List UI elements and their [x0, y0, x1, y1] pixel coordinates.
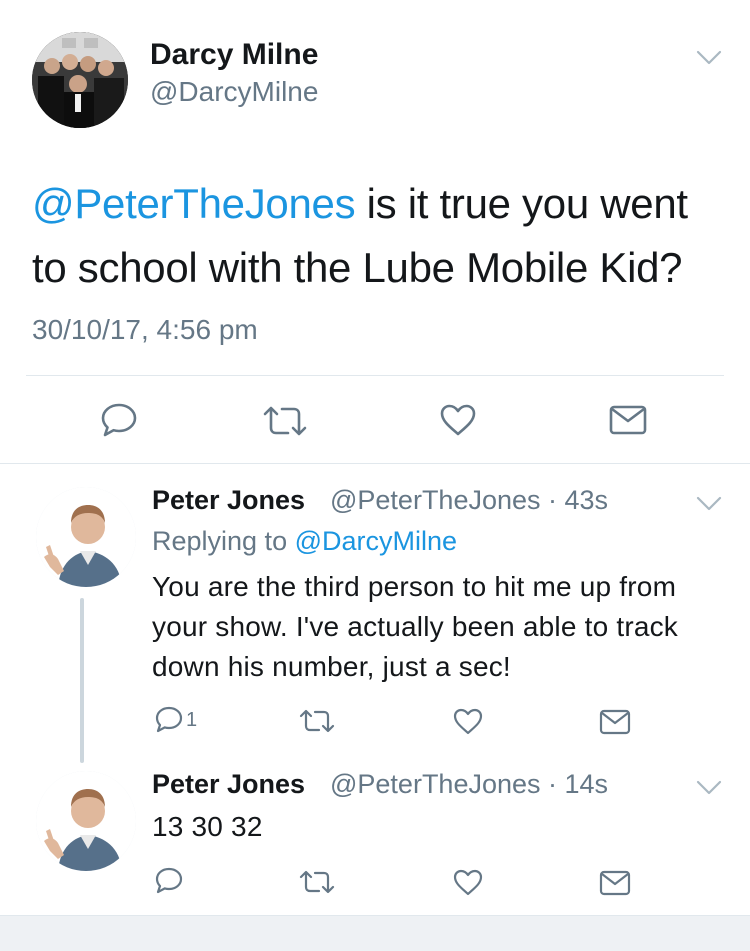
- author-display-name[interactable]: Peter Jones: [152, 769, 305, 800]
- message-icon: [608, 404, 648, 436]
- reply-tweet: Peter Jones @PeterTheJones · 14s 13 30 3…: [0, 763, 750, 915]
- reply-count: 1: [186, 708, 198, 731]
- reply-button[interactable]: 1: [154, 705, 197, 735]
- message-button[interactable]: [598, 869, 632, 897]
- message-button[interactable]: [598, 708, 632, 736]
- reply-tweet: Peter Jones @PeterTheJones · 43s Replyin…: [0, 463, 750, 763]
- retweet-icon: [262, 405, 308, 437]
- retweet-icon: [298, 869, 336, 895]
- tweet-text: @PeterTheJones is it true you went to sc…: [32, 172, 722, 300]
- reply-button[interactable]: [154, 866, 184, 896]
- retweet-button[interactable]: [298, 708, 336, 734]
- like-button[interactable]: [452, 707, 484, 735]
- like-icon: [452, 707, 484, 735]
- retweet-button[interactable]: [262, 405, 308, 437]
- divider: [26, 375, 724, 376]
- reply-icon: [100, 402, 138, 438]
- chevron-down-icon[interactable]: [696, 779, 722, 797]
- like-icon: [439, 403, 477, 437]
- like-button[interactable]: [439, 403, 477, 437]
- reply-icon: [154, 705, 184, 735]
- like-button[interactable]: [452, 868, 484, 896]
- retweet-icon: [298, 708, 336, 734]
- author-display-name[interactable]: Darcy Milne: [150, 38, 318, 72]
- replying-to: Replying to @DarcyMilne: [152, 526, 457, 557]
- reply-icon: [154, 866, 184, 896]
- reply-button[interactable]: [100, 402, 138, 438]
- author-handle[interactable]: @DarcyMilne: [150, 76, 318, 108]
- author-display-name[interactable]: Peter Jones: [152, 485, 305, 516]
- retweet-button[interactable]: [298, 869, 336, 895]
- replying-to-label: Replying to: [152, 526, 295, 556]
- mention-link[interactable]: @DarcyMilne: [295, 526, 457, 556]
- chevron-down-icon[interactable]: [696, 495, 722, 513]
- message-button[interactable]: [608, 404, 648, 436]
- bottom-bar: [0, 915, 750, 951]
- author-handle-time[interactable]: @PeterTheJones · 14s: [330, 769, 608, 800]
- avatar[interactable]: [32, 32, 128, 128]
- author-handle-time[interactable]: @PeterTheJones · 43s: [330, 485, 608, 516]
- tweet-text: You are the third person to hit me up fr…: [152, 571, 679, 682]
- mention-link[interactable]: @PeterTheJones: [32, 180, 356, 227]
- tweet-text: 13 30 32: [152, 811, 263, 842]
- tweet-timestamp[interactable]: 30/10/17, 4:56 pm: [32, 314, 258, 346]
- message-icon: [598, 869, 632, 897]
- main-tweet: Darcy Milne @DarcyMilne @PeterTheJones i…: [0, 0, 750, 463]
- like-icon: [452, 868, 484, 896]
- avatar[interactable]: [36, 487, 136, 587]
- avatar[interactable]: [36, 771, 136, 871]
- chevron-down-icon[interactable]: [696, 49, 722, 67]
- message-icon: [598, 708, 632, 736]
